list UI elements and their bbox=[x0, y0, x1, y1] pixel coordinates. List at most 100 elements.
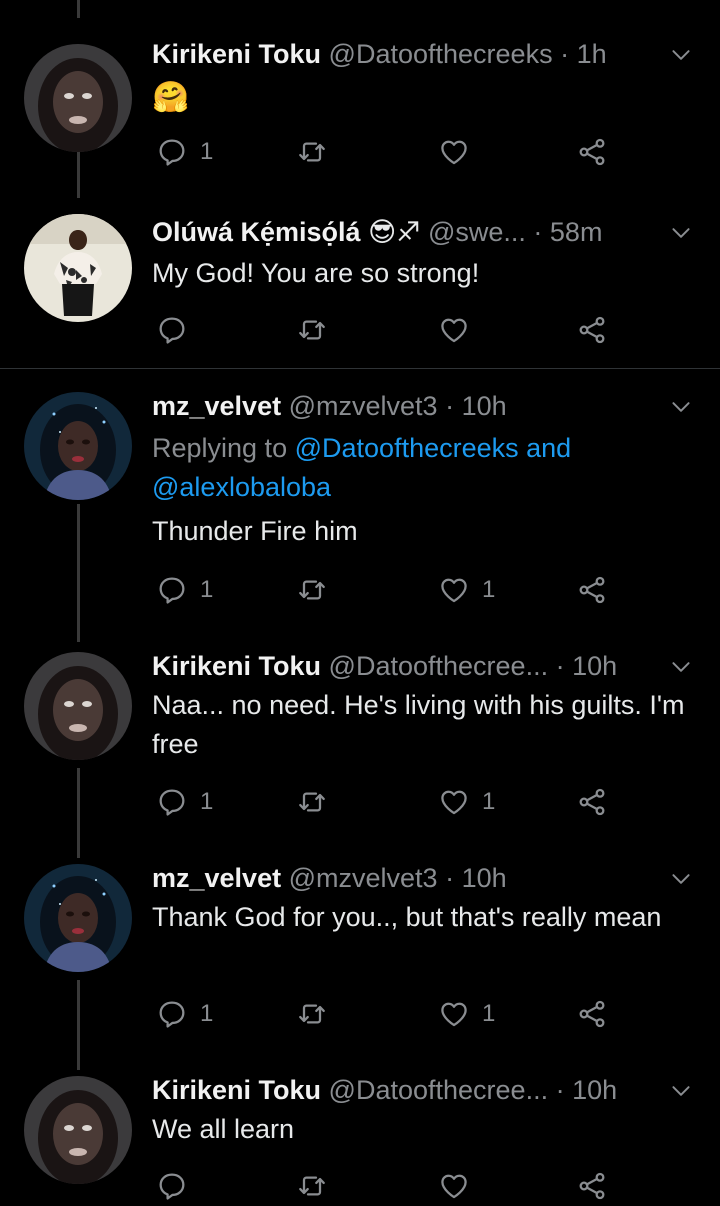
author-handle[interactable]: @mzvelvet3 bbox=[289, 863, 438, 893]
like-button[interactable]: 1 bbox=[438, 570, 495, 610]
avatar[interactable] bbox=[24, 652, 132, 760]
retweet-button[interactable] bbox=[296, 994, 328, 1034]
share-icon bbox=[576, 314, 608, 346]
like-count: 1 bbox=[482, 576, 496, 603]
like-icon bbox=[438, 574, 470, 606]
share-button[interactable] bbox=[576, 310, 608, 350]
reply-button[interactable] bbox=[156, 1166, 200, 1206]
timestamp[interactable]: · 1h bbox=[560, 39, 607, 69]
avatar[interactable] bbox=[24, 1076, 132, 1184]
chevron-down-icon[interactable] bbox=[668, 220, 694, 246]
timestamp[interactable]: · 10h bbox=[556, 1075, 618, 1105]
retweet-button[interactable] bbox=[296, 570, 328, 610]
tweet-actions bbox=[152, 310, 632, 350]
tweet[interactable]: Kirikeni Toku @Datoofthecree... · 10h We… bbox=[0, 1072, 720, 1197]
share-button[interactable] bbox=[576, 782, 608, 822]
chevron-down-icon[interactable] bbox=[668, 394, 694, 420]
author-name[interactable]: mz_velvet bbox=[152, 863, 281, 893]
retweet-icon bbox=[296, 314, 328, 346]
author-name[interactable]: Olúwá Kẹ́misọ́lá bbox=[152, 217, 361, 247]
retweet-icon bbox=[296, 574, 328, 606]
tweet-actions: 1 bbox=[152, 132, 632, 172]
share-button[interactable] bbox=[576, 570, 608, 610]
author-name[interactable]: mz_velvet bbox=[152, 391, 281, 421]
reply-count: 1 bbox=[200, 788, 214, 815]
chevron-down-icon[interactable] bbox=[668, 866, 694, 892]
share-button[interactable] bbox=[576, 994, 608, 1034]
tweet[interactable]: Olúwá Kẹ́misọ́lá 😎♐ @swe... · 58m My God… bbox=[0, 214, 720, 364]
avatar[interactable] bbox=[24, 392, 132, 500]
retweet-button[interactable] bbox=[296, 310, 328, 350]
mention-link[interactable]: @alexlobaloba bbox=[152, 472, 331, 502]
retweet-button[interactable] bbox=[296, 1166, 328, 1206]
tweet[interactable]: Kirikeni Toku @Datoofthecreeks · 1h 🤗 1 bbox=[0, 36, 720, 186]
like-count: 1 bbox=[482, 788, 496, 815]
timestamp[interactable]: · 10h bbox=[445, 863, 507, 893]
author-name[interactable]: Kirikeni Toku bbox=[152, 651, 321, 681]
share-icon bbox=[576, 1170, 608, 1202]
avatar-image bbox=[24, 864, 132, 972]
retweet-icon bbox=[296, 1170, 328, 1202]
reply-button[interactable]: 1 bbox=[156, 132, 213, 172]
share-button[interactable] bbox=[576, 1166, 608, 1206]
like-button[interactable] bbox=[438, 310, 482, 350]
reply-icon bbox=[156, 136, 188, 168]
reply-button[interactable]: 1 bbox=[156, 782, 213, 822]
author-handle[interactable]: @Datoofthecreeks bbox=[329, 39, 553, 69]
chevron-down-icon[interactable] bbox=[668, 1078, 694, 1104]
chevron-down-icon[interactable] bbox=[668, 654, 694, 680]
tweet[interactable]: mz_velvet @mzvelvet3 · 10h Thank God for… bbox=[0, 860, 720, 1050]
author-handle[interactable]: @swe... bbox=[428, 217, 526, 247]
avatar[interactable] bbox=[24, 214, 132, 322]
like-icon bbox=[438, 136, 470, 168]
tweet-actions: 1 1 bbox=[152, 994, 632, 1034]
share-icon bbox=[576, 998, 608, 1030]
reply-icon bbox=[156, 574, 188, 606]
tweet-text: Naa... no need. He's living with his gui… bbox=[152, 690, 685, 759]
tweet-header: Kirikeni Toku @Datoofthecree... · 10h bbox=[152, 648, 700, 684]
like-button[interactable] bbox=[438, 1166, 482, 1206]
tweet-header: Kirikeni Toku @Datoofthecree... · 10h bbox=[152, 1072, 700, 1108]
like-button[interactable]: 1 bbox=[438, 782, 495, 822]
retweet-button[interactable] bbox=[296, 782, 328, 822]
timestamp[interactable]: · 10h bbox=[445, 391, 507, 421]
author-name[interactable]: Kirikeni Toku bbox=[152, 1075, 321, 1105]
author-handle[interactable]: @Datoofthecree... bbox=[329, 1075, 549, 1105]
tweet-text: We all learn bbox=[152, 1114, 295, 1144]
reply-button[interactable]: 1 bbox=[156, 570, 213, 610]
share-icon bbox=[576, 786, 608, 818]
tweet-actions: 1 1 bbox=[152, 782, 632, 822]
author-handle[interactable]: @Datoofthecree... bbox=[329, 651, 549, 681]
reply-icon bbox=[156, 998, 188, 1030]
retweet-button[interactable] bbox=[296, 132, 328, 172]
tweet[interactable]: Kirikeni Toku @Datoofthecree... · 10h Na… bbox=[0, 648, 720, 838]
share-icon bbox=[576, 574, 608, 606]
tweet-header: Olúwá Kẹ́misọ́lá 😎♐ @swe... · 58m bbox=[152, 214, 700, 250]
timestamp[interactable]: · 10h bbox=[556, 651, 618, 681]
share-button[interactable] bbox=[576, 132, 608, 172]
like-button[interactable] bbox=[438, 132, 482, 172]
like-button[interactable]: 1 bbox=[438, 994, 495, 1034]
reply-button[interactable]: 1 bbox=[156, 994, 213, 1034]
avatar-image bbox=[24, 214, 132, 322]
like-icon bbox=[438, 998, 470, 1030]
reply-button[interactable] bbox=[156, 310, 200, 350]
avatar[interactable] bbox=[24, 864, 132, 972]
author-handle[interactable]: @mzvelvet3 bbox=[289, 391, 438, 421]
avatar-image bbox=[24, 1076, 132, 1184]
tweet-text: Thunder Fire him bbox=[152, 516, 358, 546]
tweet[interactable]: mz_velvet @mzvelvet3 · 10h Replying to @… bbox=[0, 388, 720, 628]
like-icon bbox=[438, 786, 470, 818]
timestamp[interactable]: · 58m bbox=[533, 217, 602, 247]
tweet-text: Thank God for you.., but that's really m… bbox=[152, 902, 662, 932]
chevron-down-icon[interactable] bbox=[668, 42, 694, 68]
mention-link[interactable]: @Datoofthecreeks bbox=[295, 433, 519, 463]
thread-divider bbox=[0, 368, 720, 369]
replying-to: Replying to @Datoofthecreeks and @alexlo… bbox=[152, 429, 696, 507]
thread-line bbox=[77, 0, 80, 18]
avatar[interactable] bbox=[24, 44, 132, 152]
replying-and[interactable]: and bbox=[526, 433, 571, 463]
author-name[interactable]: Kirikeni Toku bbox=[152, 39, 321, 69]
tweet-text: 🤗 bbox=[152, 81, 190, 114]
avatar-image bbox=[24, 392, 132, 500]
